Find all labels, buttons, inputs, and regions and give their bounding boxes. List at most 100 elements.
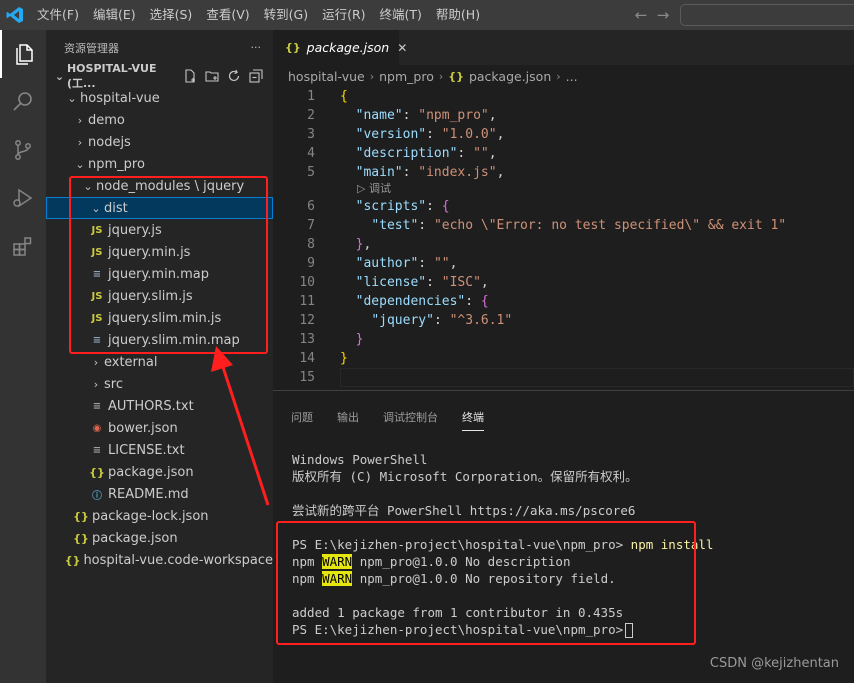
code-text: "author": "", [340,254,458,273]
annotation-box-terminal [276,521,696,645]
title-bar: 文件(F) 编辑(E) 选择(S) 查看(V) 转到(G) 运行(R) 终端(T… [0,0,854,30]
code-line: 8 }, [273,235,854,254]
info-icon: ⓘ [92,490,102,502]
code-editor[interactable]: 1{2 "name": "npm_pro", 3 "version": "1.0.… [273,87,854,390]
menu-view[interactable]: 查看(V) [199,0,256,30]
tab-package-json[interactable]: {} package.json ✕ [273,30,407,65]
tree-item[interactable]: › nodejs [46,131,273,153]
chevron-right-icon: › [77,113,83,127]
run-debug-icon[interactable] [0,174,46,222]
tab-terminal[interactable]: 终端 [462,409,484,431]
tree-item[interactable]: ≡ AUTHORS.txt [46,395,273,417]
tree-item[interactable]: {} hospital-vue.code-workspace [46,549,273,571]
json-file-icon: {} [448,69,464,83]
collapse-all-icon[interactable] [247,68,265,84]
explorer-title: 资源管理器 [64,41,119,55]
tab-problems[interactable]: 问题 [291,409,313,431]
json-value: "1.0.0" [441,127,497,142]
menu-file[interactable]: 文件(F) [30,0,86,30]
code-text: "test": "echo \"Error: no test specified… [340,216,786,235]
punctuation: : [418,256,434,271]
chevron-down-icon: ⌄ [75,157,85,171]
breadcrumb: hospital-vue › npm_pro › {} package.json… [273,65,854,87]
breadcrumb-item[interactable]: hospital-vue [288,69,365,84]
code-text: "description": "", [340,144,497,163]
chevron-down-icon: ⌄ [67,91,77,105]
terminal-line: 版权所有 (C) Microsoft Corporation。保留所有权利。 [292,469,638,484]
menu-help[interactable]: 帮助(H) [429,0,487,30]
breadcrumb-item[interactable]: ... [566,69,578,84]
watermark: CSDN @kejizhentan [709,656,839,671]
search-icon[interactable] [0,78,46,126]
tab-output[interactable]: 输出 [337,409,359,431]
tree-item-label: hospital-vue [80,90,160,106]
menu-terminal[interactable]: 终端(T) [373,0,429,30]
json-key: "scripts" [355,199,427,214]
line-number: 8 [307,237,315,252]
tree-item[interactable]: › demo [46,109,273,131]
tab-debug-console[interactable]: 调试控制台 [383,409,438,431]
json-key: "author" [355,256,419,271]
source-control-icon[interactable] [0,126,46,174]
command-center-search[interactable] [680,4,854,26]
line-number: 10 [299,275,315,290]
debug-codelens[interactable]: ▷ 调试 [357,182,391,196]
chevron-right-icon: › [369,69,375,83]
json-key: "name" [355,108,403,123]
menu-edit[interactable]: 编辑(E) [86,0,143,30]
code-line: 10 "license": "ISC", [273,273,854,292]
tree-item-label: package-lock.json [92,508,209,524]
tree-item[interactable]: ⓘ README.md [46,483,273,505]
tree-item[interactable]: ◉ bower.json [46,417,273,439]
more-actions-icon[interactable]: ··· [251,41,262,54]
punctuation: , [496,165,505,180]
new-folder-icon[interactable] [203,68,221,84]
tab-label: package.json [306,40,390,55]
code-line: 7 "test": "echo \"Error: no test specifi… [273,216,854,235]
code-line: 6 "scripts": { [273,197,854,216]
tree-item[interactable]: ⌄ npm_pro [46,153,273,175]
punctuation: : [426,127,442,142]
back-arrow-icon[interactable]: ← [630,6,652,24]
refresh-icon[interactable] [225,68,243,84]
tree-item-label: hospital-vue.code-workspace [83,552,273,568]
code-line: 1{ [273,87,854,106]
json-key: "version" [355,127,427,142]
tree-item-label: package.json [92,530,178,546]
menu-go[interactable]: 转到(G) [257,0,315,30]
workspace-section[interactable]: ⌄ HOSPITAL-VUE (工... [46,62,273,90]
tree-item[interactable]: {} package.json [46,461,273,483]
chevron-right-icon: › [93,377,99,391]
terminal-line: 尝试新的跨平台 PowerShell https://aka.ms/pscore… [292,503,636,518]
chevron-right-icon: › [556,69,561,83]
explorer-icon[interactable] [0,30,46,78]
tree-item[interactable]: › src [46,373,273,395]
tree-item-label: external [104,354,158,370]
chevron-right-icon: › [77,135,83,149]
vscode-logo-icon [0,0,30,30]
punctuation: : [402,108,419,123]
breadcrumb-item[interactable]: package.json [469,69,551,84]
punctuation: : [418,218,434,233]
menu-run[interactable]: 运行(R) [315,0,372,30]
new-file-icon[interactable] [181,68,199,84]
annotation-box-jquery [69,176,268,354]
code-text: "scripts": { [340,197,450,216]
menu-selection[interactable]: 选择(S) [143,0,200,30]
code-line: 2 "name": "npm_pro", [273,106,854,125]
code-text: "jquery": "^3.6.1" [340,311,512,330]
tree-item[interactable]: › external [46,351,273,373]
tree-item[interactable]: ⌄ hospital-vue [46,87,273,109]
forward-arrow-icon[interactable]: → [652,6,674,24]
punctuation: : [465,294,481,309]
breadcrumb-item[interactable]: npm_pro [379,69,434,84]
tree-item[interactable]: ≡ LICENSE.txt [46,439,273,461]
json-key: "main" [355,165,403,180]
code-text: "version": "1.0.0", [340,125,505,144]
extensions-icon[interactable] [0,222,46,270]
json-key: "license" [355,275,427,290]
punctuation: , [363,237,372,252]
tree-item[interactable]: {} package-lock.json [46,505,273,527]
tree-item[interactable]: {} package.json [46,527,273,549]
close-icon[interactable]: ✕ [397,41,407,55]
